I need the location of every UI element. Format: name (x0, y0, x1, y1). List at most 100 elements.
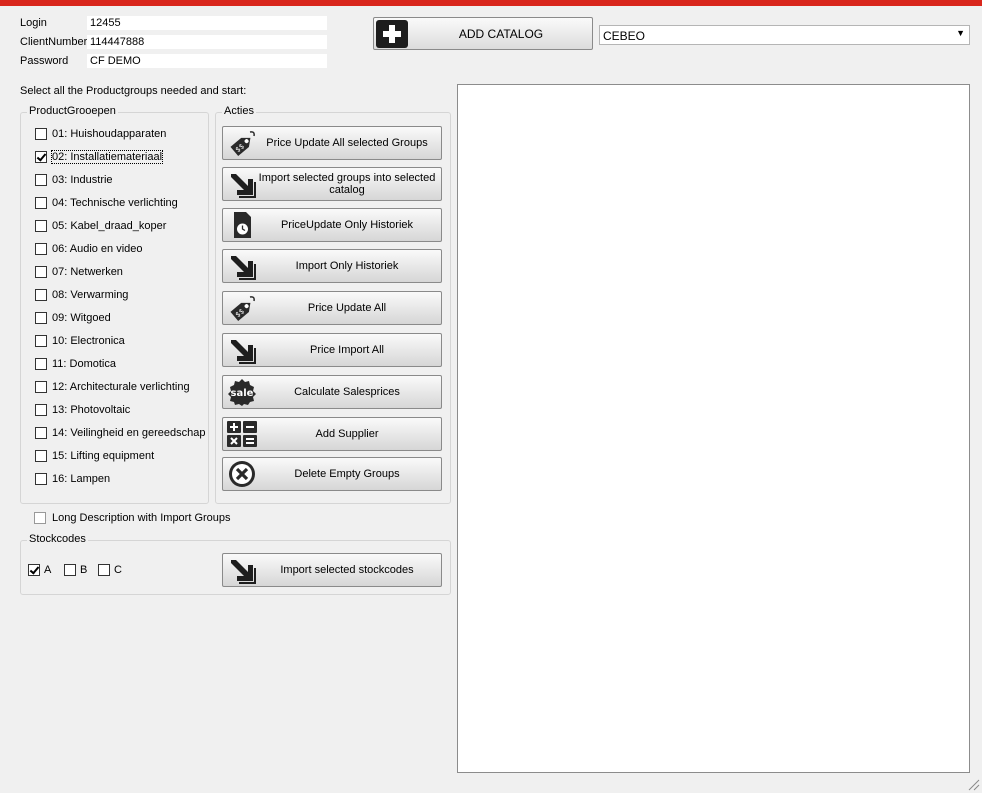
productgroup-check[interactable] (35, 473, 47, 485)
import-arrow-icon (226, 556, 258, 584)
stockcode-c-label: C (114, 564, 122, 576)
productgroup-label: 09: Witgoed (52, 312, 111, 324)
import-only-historiek-button[interactable]: Import Only Historiek (222, 249, 442, 283)
calculator-icon (226, 420, 258, 448)
password-label: Password (20, 55, 69, 67)
productgroup-label: 05: Kabel_draad_koper (52, 220, 167, 232)
import-only-historiek-label: Import Only Historiek (295, 260, 399, 272)
productgroup-check[interactable] (35, 128, 47, 140)
resize-grip-icon[interactable] (966, 777, 980, 791)
login-field[interactable]: 12455 (87, 16, 327, 30)
stockcode-a-check[interactable] (28, 564, 40, 576)
price-tag-icon: $$ (226, 294, 258, 322)
productgroup-checkbox[interactable]: 04: Technische verlichting (35, 195, 178, 211)
stockcode-c-checkbox[interactable]: C (98, 564, 122, 576)
price-import-all-button[interactable]: Price Import All (222, 333, 442, 367)
import-stockcodes-button[interactable]: Import selected stockcodes (222, 553, 442, 587)
actions-groupbox: Acties $$ Price Update All selected Group… (215, 105, 451, 504)
productgroup-checkbox[interactable]: 06: Audio en video (35, 241, 143, 257)
productgroup-checkbox[interactable]: 13: Photovoltaic (35, 402, 130, 418)
document-clock-icon (226, 211, 258, 239)
productgroup-label: 06: Audio en video (52, 243, 143, 255)
add-supplier-label: Add Supplier (315, 428, 379, 440)
productgroup-checkbox[interactable]: 12: Architecturale verlichting (35, 379, 190, 395)
productgroup-check[interactable] (35, 381, 47, 393)
sale-badge-icon: sale (226, 378, 258, 406)
price-import-all-label: Price Import All (310, 344, 384, 356)
add-catalog-button[interactable]: ADD CATALOG (373, 17, 593, 50)
stockcodes-legend: Stockcodes (27, 533, 88, 545)
add-catalog-label: ADD CATALOG (458, 27, 544, 41)
catalog-select[interactable]: CEBEO ▼ (599, 25, 970, 45)
productgroup-checkbox[interactable]: 05: Kabel_draad_koper (35, 218, 166, 234)
svg-text:sale: sale (231, 388, 254, 399)
productgroup-checkbox[interactable]: 09: Witgoed (35, 310, 111, 326)
productgroup-checkbox[interactable]: 07: Netwerken (35, 264, 123, 280)
priceupdate-only-historiek-label: PriceUpdate Only Historiek (280, 219, 414, 231)
output-panel[interactable] (457, 84, 970, 773)
stockcode-a-checkbox[interactable]: A (28, 564, 51, 576)
stockcode-b-label: B (80, 564, 88, 576)
productgroup-check[interactable] (35, 335, 47, 347)
plus-icon (376, 20, 408, 48)
productgroup-checkbox[interactable]: 01: Huishoudapparaten (35, 126, 166, 142)
stockcode-b-check[interactable] (64, 564, 76, 576)
productgroups-groupbox: ProductGrooepen 01: Huishoudapparaten 02:… (20, 105, 209, 504)
productgroup-check[interactable] (35, 289, 47, 301)
productgroup-check[interactable] (35, 151, 47, 163)
productgroup-label: 03: Industrie (52, 174, 113, 186)
productgroup-label: 14: Veilingheid en gereedschap (52, 427, 206, 439)
price-update-all-selected-groups-button[interactable]: $$ Price Update All selected Groups (222, 126, 442, 160)
productgroup-label: 01: Huishoudapparaten (52, 128, 167, 140)
productgroup-checkbox[interactable]: 03: Industrie (35, 172, 113, 188)
long-description-checkbox[interactable]: Long Description with Import Groups (34, 512, 231, 524)
productgroup-checkbox[interactable]: 10: Electronica (35, 333, 125, 349)
import-arrow-icon (226, 252, 258, 280)
productgroup-label: 16: Lampen (52, 473, 111, 485)
productgroup-check[interactable] (35, 404, 47, 416)
productgroup-checkbox[interactable]: 14: Veilingheid en gereedschap (35, 425, 206, 441)
productgroup-check[interactable] (35, 243, 47, 255)
productgroup-check[interactable] (35, 450, 47, 462)
add-supplier-button[interactable]: Add Supplier (222, 417, 442, 451)
long-description-check[interactable] (34, 512, 46, 524)
productgroup-checkbox[interactable]: 11: Domotica (35, 356, 116, 372)
import-selected-groups-into-selected-catalog-button[interactable]: Import selected groups into selected cat… (222, 167, 442, 201)
productgroup-check[interactable] (35, 174, 47, 186)
productgroups-legend: ProductGrooepen (27, 105, 118, 117)
productgroup-label: 13: Photovoltaic (52, 404, 131, 416)
price-update-all-label: Price Update All (307, 302, 387, 314)
productgroup-checkbox[interactable]: 02: Installatiemateriaal (35, 149, 164, 165)
password-field[interactable]: CF DEMO (87, 54, 327, 68)
calculate-salesprices-label: Calculate Salesprices (294, 386, 400, 398)
long-description-label: Long Description with Import Groups (52, 512, 231, 524)
delete-circle-icon (226, 460, 258, 488)
productgroup-label: 07: Netwerken (52, 266, 123, 278)
productgroup-checkbox[interactable]: 08: Verwarming (35, 287, 128, 303)
productgroup-label: 02: Installatiemateriaal (50, 150, 164, 164)
import-selected-groups-into-selected-catalog-label: Import selected groups into selected cat… (258, 172, 436, 196)
productgroup-label: 04: Technische verlichting (52, 197, 178, 209)
productgroup-check[interactable] (35, 197, 47, 209)
productgroup-check[interactable] (35, 358, 47, 370)
productgroup-label: 15: Lifting equipment (52, 450, 155, 462)
clientnumber-field[interactable]: 114447888 (87, 35, 327, 49)
productgroup-check[interactable] (35, 220, 47, 232)
productgroup-checkbox[interactable]: 16: Lampen (35, 471, 110, 487)
productgroup-check[interactable] (35, 266, 47, 278)
price-update-all-button[interactable]: $$ Price Update All (222, 291, 442, 325)
stockcode-b-checkbox[interactable]: B (64, 564, 87, 576)
calculate-salesprices-button[interactable]: sale Calculate Salesprices (222, 375, 442, 409)
instruction-text: Select all the Productgroups needed and … (20, 85, 247, 97)
delete-empty-groups-button[interactable]: Delete Empty Groups (222, 457, 442, 491)
productgroup-check[interactable] (35, 312, 47, 324)
productgroup-label: 12: Architecturale verlichting (52, 381, 190, 393)
stockcode-c-check[interactable] (98, 564, 110, 576)
productgroup-check[interactable] (35, 427, 47, 439)
priceupdate-only-historiek-button[interactable]: PriceUpdate Only Historiek (222, 208, 442, 242)
productgroup-label: 10: Electronica (52, 335, 125, 347)
actions-legend: Acties (222, 105, 256, 117)
productgroup-checkbox[interactable]: 15: Lifting equipment (35, 448, 154, 464)
delete-empty-groups-label: Delete Empty Groups (294, 468, 400, 480)
catalog-select-value: CEBEO (603, 29, 646, 43)
